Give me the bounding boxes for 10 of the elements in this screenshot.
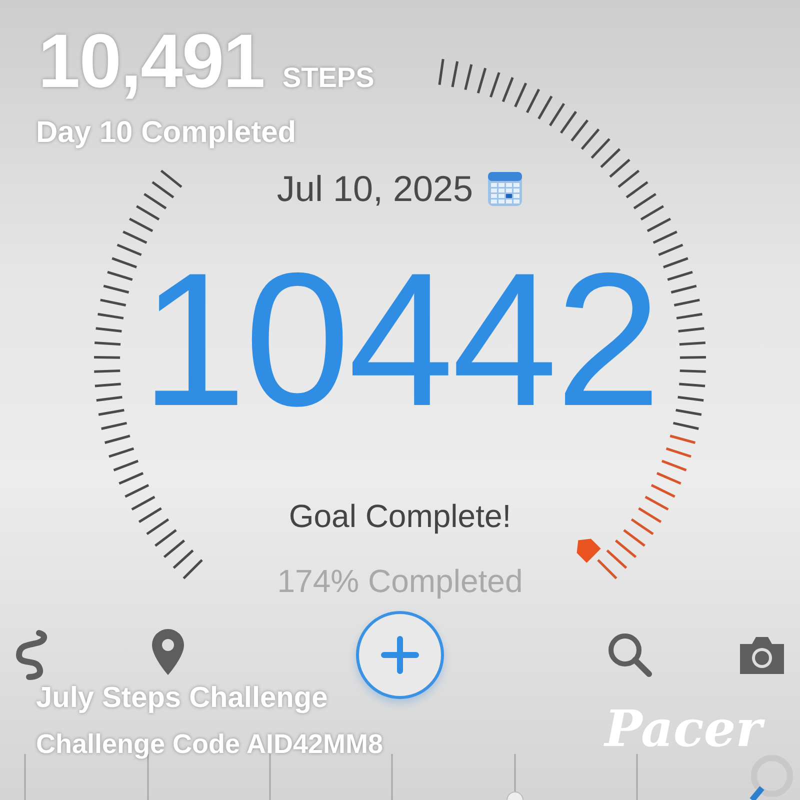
add-button[interactable]: [356, 611, 444, 699]
total-steps: 10,491: [38, 19, 264, 104]
plus-icon: [380, 635, 420, 675]
goal-message: Goal Complete!: [288, 498, 512, 535]
gauge-marker: [576, 538, 601, 563]
step-count: 10442: [140, 250, 660, 430]
search-icon[interactable]: [606, 631, 654, 679]
calendar-icon[interactable]: [487, 171, 524, 207]
percent-completed: 174% Completed: [277, 563, 523, 600]
date-label: Jul 10, 2025: [276, 168, 474, 210]
